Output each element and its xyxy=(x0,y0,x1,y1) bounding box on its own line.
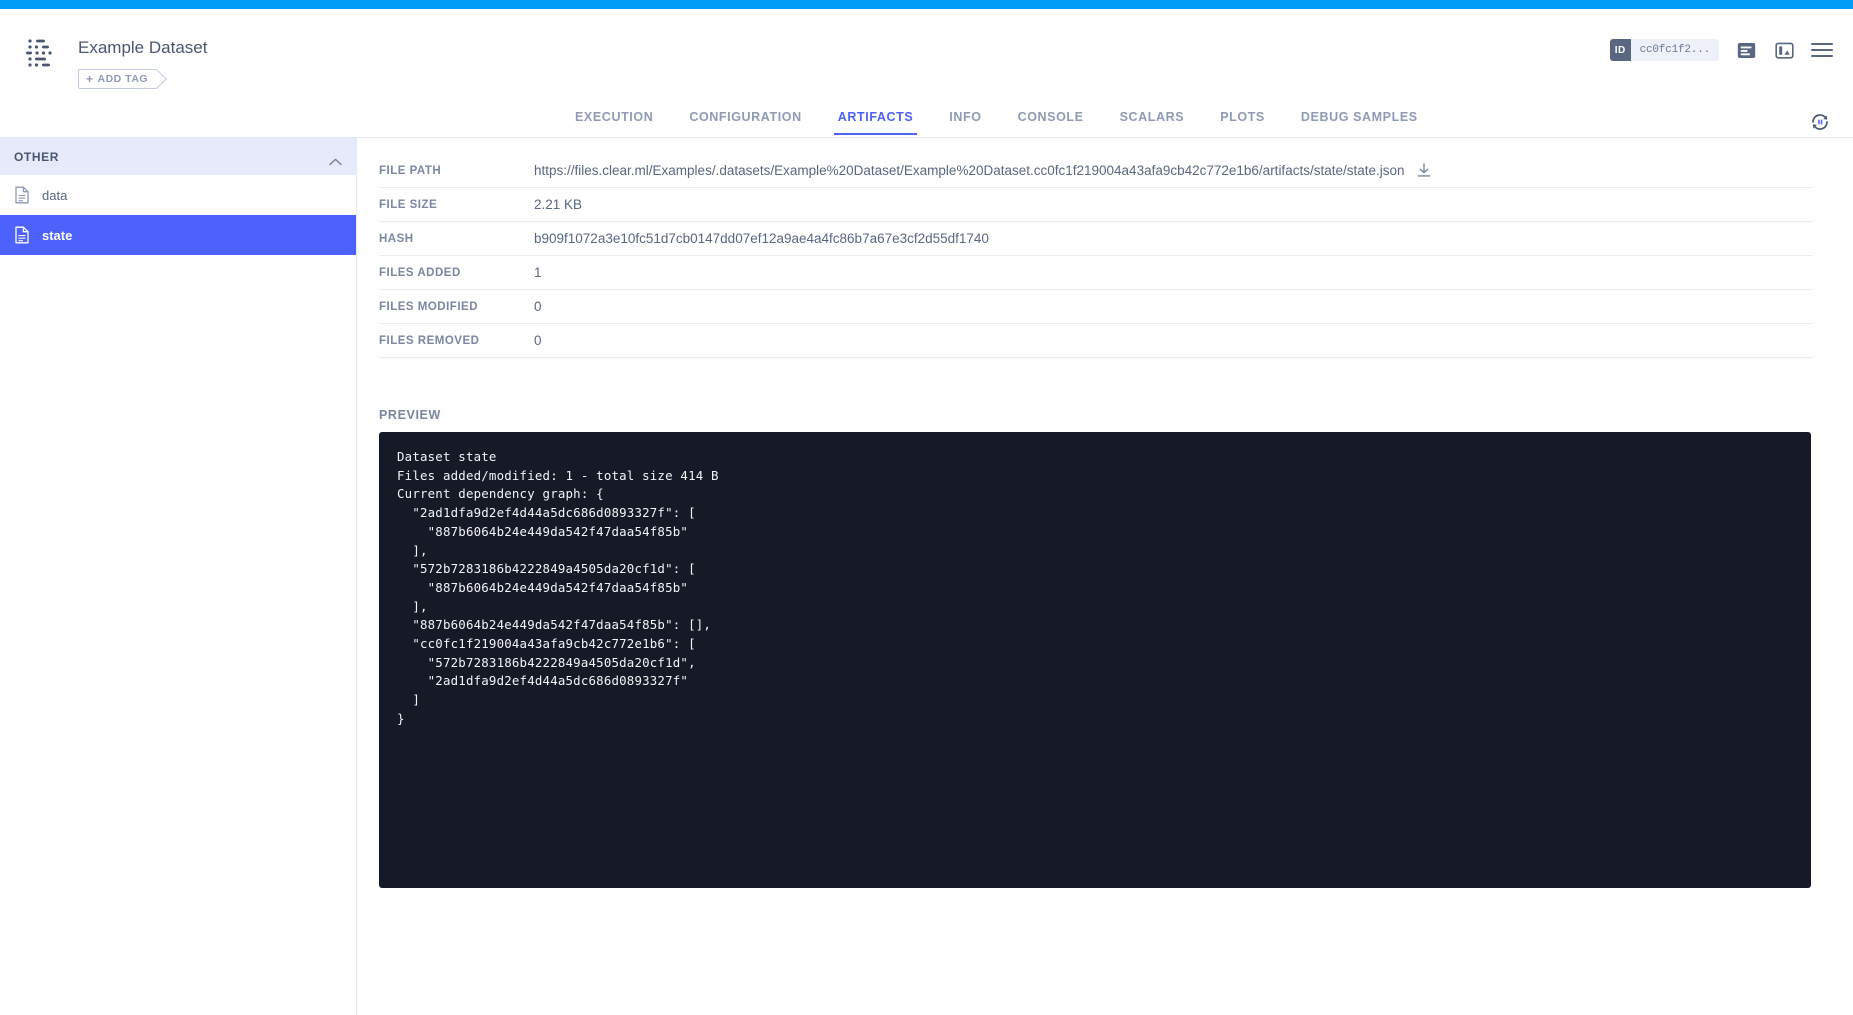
artifact-properties-table: FILE PATH https://files.clear.ml/Example… xyxy=(379,154,1813,358)
id-badge-label: ID xyxy=(1610,39,1631,61)
row-value-file-size: 2.21 KB xyxy=(534,197,582,212)
row-label: FILE SIZE xyxy=(379,199,534,211)
hamburger-menu-icon[interactable] xyxy=(1811,43,1833,57)
page-title: Example Dataset xyxy=(78,37,207,59)
tab-console[interactable]: CONSOLE xyxy=(1000,105,1102,135)
tab-debug-samples[interactable]: DEBUG SAMPLES xyxy=(1283,105,1436,135)
tab-scalars[interactable]: SCALARS xyxy=(1102,105,1203,135)
tab-configuration[interactable]: CONFIGURATION xyxy=(671,105,819,135)
tab-bar: EXECUTION CONFIGURATION ARTIFACTS INFO C… xyxy=(0,105,1853,138)
tab-info[interactable]: INFO xyxy=(931,105,999,135)
file-icon xyxy=(14,226,30,244)
clearml-dots-logo-icon xyxy=(24,37,60,69)
row-label: FILES MODIFIED xyxy=(379,301,534,313)
table-row: FILE PATH https://files.clear.ml/Example… xyxy=(379,154,1813,188)
title-block: Example Dataset + ADD TAG xyxy=(78,37,207,89)
table-row: HASH b909f1072a3e10fc51d7cb0147dd07ef12a… xyxy=(379,222,1813,256)
compare-panel-icon[interactable] xyxy=(1773,40,1795,60)
download-icon[interactable] xyxy=(1417,163,1431,178)
tab-execution[interactable]: EXECUTION xyxy=(557,105,671,135)
row-label: FILE PATH xyxy=(379,165,534,177)
row-value-files-added: 1 xyxy=(534,265,542,280)
table-row: FILES ADDED 1 xyxy=(379,256,1813,290)
artifacts-sidebar: OTHER data xyxy=(0,138,357,1015)
row-value-files-modified: 0 xyxy=(534,299,542,314)
sidebar-item-state[interactable]: state xyxy=(0,215,356,255)
auto-refresh-paused-icon[interactable] xyxy=(1807,109,1833,135)
tabs: EXECUTION CONFIGURATION ARTIFACTS INFO C… xyxy=(557,105,1436,135)
add-tag-button[interactable]: + ADD TAG xyxy=(78,69,157,89)
preview-content: Dataset state Files added/modified: 1 - … xyxy=(397,448,1793,729)
top-accent-strip xyxy=(0,0,1853,9)
header-actions: ID cc0fc1f2... xyxy=(1610,39,1833,61)
task-id-pill[interactable]: ID cc0fc1f2... xyxy=(1610,39,1719,61)
chevron-up-icon[interactable] xyxy=(329,153,342,161)
sidebar-group-label: OTHER xyxy=(14,150,329,164)
table-row: FILE SIZE 2.21 KB xyxy=(379,188,1813,222)
table-row: FILES REMOVED 0 xyxy=(379,324,1813,358)
row-label: HASH xyxy=(379,233,534,245)
add-tag-label: ADD TAG xyxy=(98,73,149,85)
page-header: Example Dataset + ADD TAG ID cc0fc1f2... xyxy=(0,9,1853,105)
artifact-detail-panel: FILE PATH https://files.clear.ml/Example… xyxy=(357,138,1853,1015)
row-value-files-removed: 0 xyxy=(534,333,542,348)
file-path-text: https://files.clear.ml/Examples/.dataset… xyxy=(534,163,1405,178)
file-icon xyxy=(14,186,30,204)
row-label: FILES REMOVED xyxy=(379,335,534,347)
tab-artifacts[interactable]: ARTIFACTS xyxy=(820,105,932,135)
preview-section-label: PREVIEW xyxy=(379,408,1853,422)
sidebar-item-data[interactable]: data xyxy=(0,175,356,215)
row-value-file-path: https://files.clear.ml/Examples/.dataset… xyxy=(534,163,1431,178)
task-id-value: cc0fc1f2... xyxy=(1631,44,1719,56)
tab-plots[interactable]: PLOTS xyxy=(1202,105,1283,135)
sidebar-item-label: data xyxy=(42,188,67,203)
row-value-hash: b909f1072a3e10fc51d7cb0147dd07ef12a9ae4a… xyxy=(534,231,989,246)
sidebar-group-other[interactable]: OTHER xyxy=(0,138,356,175)
plus-icon: + xyxy=(86,72,94,86)
row-label: FILES ADDED xyxy=(379,267,534,279)
preview-code-block: Dataset state Files added/modified: 1 - … xyxy=(379,432,1811,888)
sidebar-item-label: state xyxy=(42,228,72,243)
task-log-icon[interactable] xyxy=(1735,40,1757,60)
table-row: FILES MODIFIED 0 xyxy=(379,290,1813,324)
